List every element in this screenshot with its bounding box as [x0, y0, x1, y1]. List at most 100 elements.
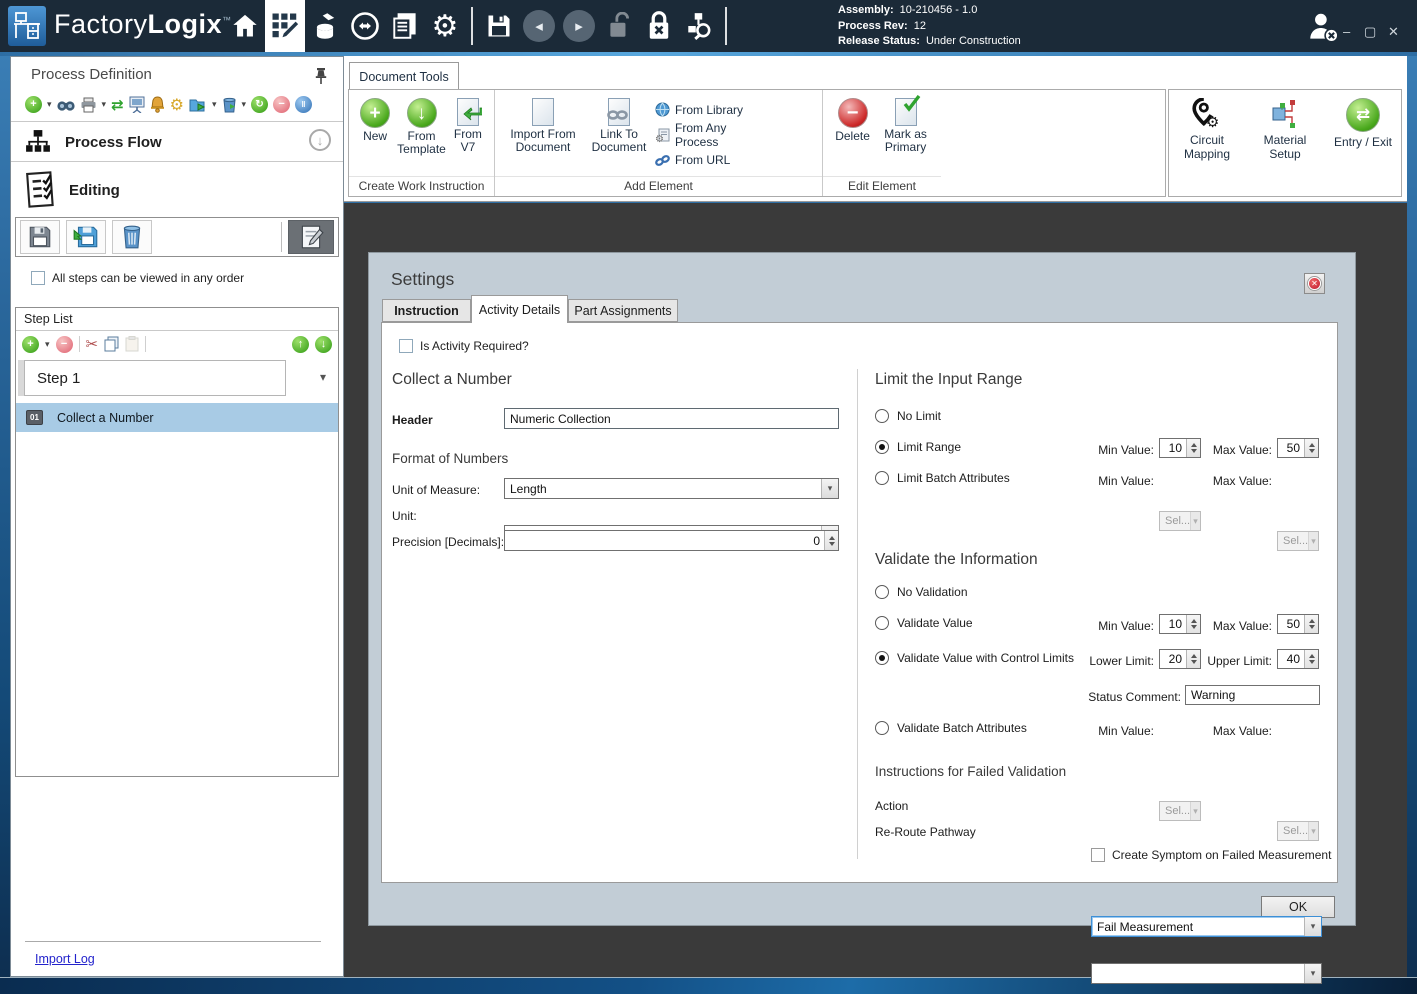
back-button[interactable]: ◂ [519, 2, 559, 50]
step-selector-caret[interactable]: ▾ [320, 370, 326, 384]
close-button[interactable]: ✕ [1388, 24, 1399, 40]
all-steps-checkbox-row[interactable]: All steps can be viewed in any order [31, 271, 244, 285]
status-comment-input[interactable] [1185, 685, 1320, 705]
limit-batch-option[interactable]: Limit Batch Attributes [875, 471, 1010, 485]
export-folder-icon[interactable] [189, 97, 207, 112]
edit-mode-toggle[interactable] [288, 220, 334, 254]
circuit-mapping-button[interactable]: ⚙ Circuit Mapping [1175, 98, 1239, 196]
pin-icon[interactable] [313, 67, 331, 85]
gear-gold-icon[interactable]: ⚙ [170, 95, 184, 114]
add-button[interactable]: + [25, 96, 42, 113]
validate-batch-min-select[interactable]: Sel... ▾ [1159, 801, 1201, 821]
unit-of-measure-select[interactable]: Length ▾ [504, 478, 839, 499]
action-select[interactable]: Fail Measurement ▾ [1091, 916, 1322, 937]
editing-header[interactable]: Editing [25, 169, 331, 211]
add-dropdown-caret[interactable]: ▾ [47, 99, 52, 110]
presentation-icon[interactable] [129, 96, 145, 113]
forward-button[interactable]: ▸ [559, 2, 599, 50]
tab-part-assignments[interactable]: Part Assignments [568, 299, 678, 322]
validate-max-spinner[interactable]: 50 [1277, 614, 1319, 634]
spinner-arrows-icon[interactable] [824, 531, 838, 550]
batch-min-select[interactable]: Sel... ▾ [1159, 511, 1201, 531]
minimize-button[interactable]: – [1343, 24, 1350, 39]
reroute-pathway-select[interactable]: ▾ [1091, 963, 1322, 984]
save-button[interactable] [479, 2, 519, 50]
spinner-arrows-icon[interactable] [1304, 650, 1318, 668]
unlock-button[interactable] [599, 2, 639, 50]
print-icon[interactable] [80, 97, 97, 113]
collapse-button[interactable]: ↓ [309, 129, 331, 151]
from-url-item[interactable]: From URL [655, 153, 773, 167]
process-flow-header[interactable]: Process Flow [25, 127, 331, 157]
material-setup-button[interactable]: Material Setup [1253, 98, 1317, 196]
create-symptom-row[interactable]: Create Symptom on Failed Measurement [1091, 848, 1331, 862]
no-validation-radio[interactable] [875, 585, 889, 599]
transfer-button[interactable] [345, 2, 385, 50]
paste-icon[interactable] [125, 336, 139, 352]
precision-spinner[interactable]: 0 [504, 530, 839, 551]
home-button[interactable] [225, 2, 265, 50]
validate-control-limits-option[interactable]: Validate Value with Control Limits [875, 651, 1074, 665]
control-limits-radio[interactable] [875, 651, 889, 665]
no-limit-radio[interactable] [875, 409, 889, 423]
from-any-process-item[interactable]: ⚙ From Any Process [655, 121, 773, 149]
step-selector[interactable]: Step 1 [24, 360, 286, 396]
remove-step-button[interactable]: − [56, 336, 73, 353]
header-input[interactable] [504, 408, 839, 429]
process-search-button[interactable] [679, 2, 719, 50]
no-validation-option[interactable]: No Validation [875, 585, 968, 599]
validate-value-option[interactable]: Validate Value [875, 616, 973, 630]
lock-button[interactable] [639, 2, 679, 50]
activity-required-row[interactable]: Is Activity Required? [399, 339, 529, 353]
spinner-arrows-icon[interactable] [1304, 615, 1318, 633]
copy-icon[interactable] [104, 336, 119, 352]
bell-icon[interactable] [150, 96, 165, 113]
from-v7-button[interactable]: From V7 [450, 98, 486, 154]
document-tools-tab[interactable]: Document Tools [349, 62, 459, 90]
export-dropdown-caret[interactable]: ▾ [212, 99, 217, 110]
from-template-button[interactable]: ↓ From Template [397, 98, 446, 156]
move-step-down-button[interactable]: ↓ [315, 336, 332, 353]
new-button[interactable]: + New [357, 98, 393, 143]
delete-element-button[interactable]: − Delete [831, 98, 874, 143]
chevron-down-icon[interactable]: ▾ [1304, 917, 1321, 936]
mark-as-primary-button[interactable]: Mark as Primary [878, 98, 933, 154]
all-steps-checkbox[interactable] [31, 271, 45, 285]
trash-dropdown-caret[interactable]: ▾ [242, 99, 247, 110]
remove-button[interactable]: − [273, 96, 290, 113]
import-log-link[interactable]: Import Log [35, 952, 95, 966]
user-logout-button[interactable] [1305, 10, 1341, 44]
chevron-down-icon[interactable]: ▾ [1304, 964, 1321, 983]
activity-required-checkbox[interactable] [399, 339, 413, 353]
process-definition-button[interactable] [265, 0, 305, 52]
tab-instruction[interactable]: Instruction [382, 299, 471, 322]
batch-max-select[interactable]: Sel... ▾ [1277, 531, 1319, 551]
from-library-item[interactable]: From Library [655, 102, 773, 117]
limit-max-spinner[interactable]: 50 [1277, 438, 1319, 458]
documents-button[interactable] [385, 2, 425, 50]
import-from-document-button[interactable]: Import From Document [503, 98, 583, 154]
validate-batch-radio[interactable] [875, 721, 889, 735]
add-step-button[interactable]: + [22, 336, 39, 353]
trash-export-icon[interactable] [222, 97, 237, 113]
create-symptom-checkbox[interactable] [1091, 848, 1105, 862]
settings-button[interactable]: ⚙ [425, 2, 465, 50]
dialog-close-button[interactable]: ✕ [1304, 273, 1325, 294]
validate-value-radio[interactable] [875, 616, 889, 630]
ok-button[interactable]: OK [1261, 896, 1335, 918]
save-step-button[interactable] [20, 220, 60, 254]
step-activity-row[interactable]: 01 Collect a Number [16, 403, 338, 432]
cut-icon[interactable]: ✂ [86, 335, 99, 353]
pause-button[interactable]: ‖ [295, 96, 312, 113]
add-step-caret[interactable]: ▾ [45, 339, 50, 350]
limit-range-option[interactable]: Limit Range [875, 440, 961, 454]
delete-step-button[interactable] [112, 220, 152, 254]
limit-range-radio[interactable] [875, 440, 889, 454]
validate-batch-option[interactable]: Validate Batch Attributes [875, 721, 1027, 735]
upper-limit-spinner[interactable]: 40 [1277, 649, 1319, 669]
link-to-document-button[interactable]: Link To Document [587, 98, 651, 154]
move-step-up-button[interactable]: ↑ [292, 336, 309, 353]
print-dropdown-caret[interactable]: ▾ [102, 99, 107, 110]
binoculars-icon[interactable] [57, 98, 75, 112]
tab-activity-details[interactable]: Activity Details [471, 295, 568, 323]
